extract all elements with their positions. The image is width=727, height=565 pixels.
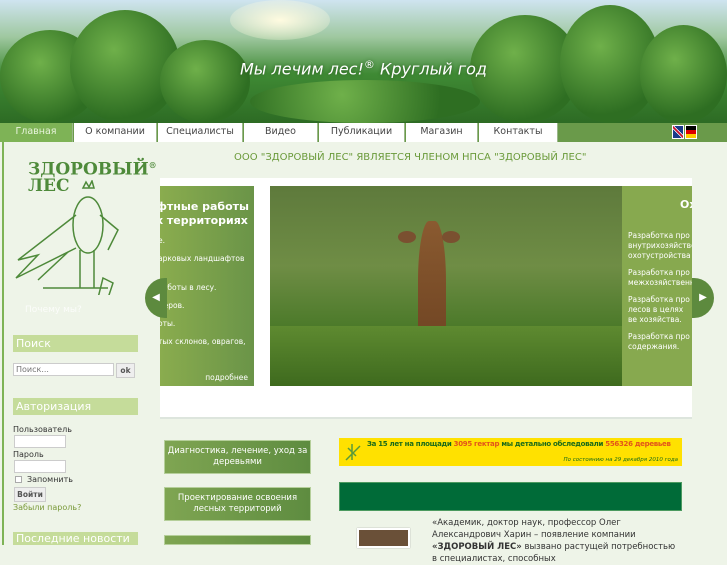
password-input[interactable]: [14, 460, 66, 473]
dark-green-bar: [339, 482, 682, 511]
nav-video[interactable]: Видео: [244, 123, 318, 142]
password-label: Пароль: [13, 450, 44, 459]
membership-notice: ООО "ЗДОРОВЫЙ ЛЕС" ЯВЛЯЕТСЯ ЧЛЕНОМ НПСА …: [234, 152, 587, 163]
flag-english-icon[interactable]: [672, 125, 684, 139]
nav-home[interactable]: Главная: [0, 123, 73, 142]
news-heading: Последние новости: [13, 532, 138, 545]
site-slogan: Мы лечим лес!® Круглый год: [240, 58, 487, 79]
slider-prev-button[interactable]: ◀: [145, 278, 167, 318]
service-design-button[interactable]: Проектирование освоения лесных территори…: [164, 487, 311, 521]
username-label: Пользователь: [13, 425, 72, 434]
portrait-photo: [357, 528, 410, 548]
remember-label: Запомнить: [27, 475, 73, 484]
remember-checkbox[interactable]: [15, 476, 22, 483]
forgot-password-link[interactable]: Забыли пароль?: [13, 503, 81, 512]
service-diagnostics-button[interactable]: Диагностика, лечение, уход за деревьями: [164, 440, 311, 474]
more-link[interactable]: подробнее: [205, 373, 248, 382]
slide-right-panel: Ох Разработка про внутрихозяйстве охотус…: [622, 186, 692, 386]
slide-photo-deer: [270, 186, 622, 386]
nav-publications[interactable]: Публикации: [319, 123, 405, 142]
nav-contacts[interactable]: Контакты: [479, 123, 558, 142]
service-button[interactable]: [164, 535, 311, 545]
slider-next-button[interactable]: ▶: [692, 278, 714, 318]
nav-about[interactable]: О компании: [74, 123, 157, 142]
quote-text: «Академик, доктор наук, профессор Олег А…: [432, 518, 676, 564]
search-input[interactable]: [13, 363, 114, 376]
nav-shop[interactable]: Магазин: [406, 123, 478, 142]
search-button[interactable]: ok: [116, 363, 135, 378]
username-input[interactable]: [14, 435, 66, 448]
flag-german-icon[interactable]: [685, 125, 697, 139]
logo-mini-icon: [345, 444, 361, 461]
stats-text: За 15 лет на площади 3095 гектар мы дета…: [367, 440, 671, 448]
stats-banner: За 15 лет на площади 3095 гектар мы дета…: [339, 438, 682, 466]
auth-heading: Авторизация: [13, 398, 138, 415]
slide-left-panel: фтные работы х территориях е. арковых лан…: [160, 186, 254, 386]
eagle-emblem-icon: [15, 180, 119, 295]
logo[interactable]: ЗДОРОВЫЙ® ЛЕС: [8, 155, 157, 300]
left-border: [2, 142, 4, 545]
search-heading: Поиск: [13, 335, 138, 352]
stats-date: По состоянию на 29 декабря 2010 года: [563, 457, 678, 463]
nav-specialists[interactable]: Специалисты: [158, 123, 243, 142]
login-button[interactable]: Войти: [14, 487, 46, 502]
why-us-link[interactable]: Почему мы?: [25, 305, 82, 315]
